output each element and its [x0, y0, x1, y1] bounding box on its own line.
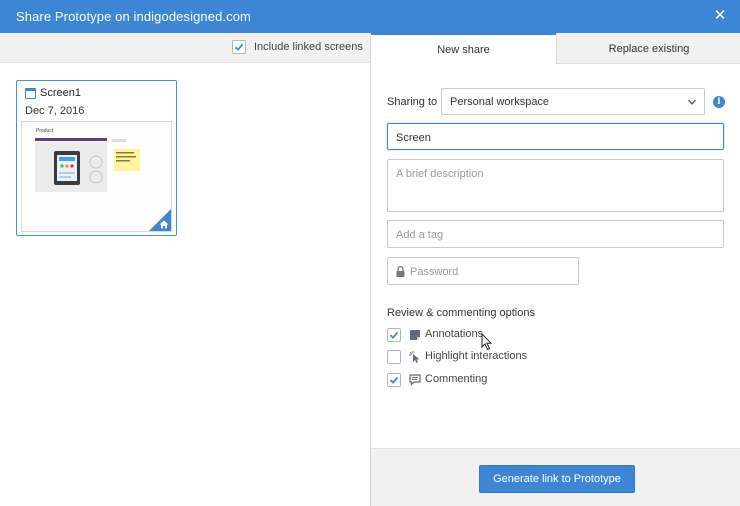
- cursor-click-icon: [409, 351, 420, 363]
- share-name-value: Screen: [396, 132, 431, 144]
- include-linked-checkbox[interactable]: [232, 40, 246, 54]
- highlight-interactions-checkbox[interactable]: [387, 350, 401, 364]
- sharing-to-label: Sharing to: [387, 96, 438, 108]
- close-icon[interactable]: ✕: [712, 7, 728, 25]
- dialog-title: Share Prototype on indigodesigned.com: [16, 9, 251, 24]
- footer-bar: Generate link to Prototype: [371, 448, 740, 506]
- password-placeholder: Password: [410, 266, 459, 278]
- share-tabs: New share Replace existing: [371, 33, 740, 64]
- sharing-to-select[interactable]: Personal workspace: [441, 88, 705, 115]
- include-linked-label[interactable]: Include linked screens: [254, 41, 363, 53]
- screens-pane: Include linked screens Screen1 Dec 7, 20…: [0, 33, 370, 506]
- option-annotations[interactable]: Annotations: [387, 327, 607, 343]
- description-placeholder: A brief description: [396, 168, 484, 180]
- comment-icon: [409, 374, 421, 386]
- screens-toolbar: Include linked screens: [0, 33, 370, 63]
- chevron-down-icon: [688, 99, 696, 105]
- checkmark-icon: [389, 376, 399, 384]
- mouse-pointer-icon: [481, 333, 493, 351]
- option-highlight-interactions[interactable]: Highlight interactions: [387, 349, 607, 365]
- lock-icon: [396, 266, 405, 277]
- generate-link-button[interactable]: Generate link to Prototype: [479, 465, 635, 493]
- sharing-to-value: Personal workspace: [450, 96, 550, 108]
- tab-replace-existing[interactable]: Replace existing: [556, 33, 740, 64]
- highlight-interactions-label: Highlight interactions: [425, 350, 528, 362]
- tab-new-share[interactable]: New share: [371, 33, 556, 64]
- home-icon: [159, 220, 169, 229]
- checkmark-icon: [389, 331, 399, 339]
- title-bar: Share Prototype on indigodesigned.com ✕: [0, 0, 740, 33]
- commenting-label: Commenting: [425, 373, 488, 385]
- document-icon: [25, 88, 36, 99]
- screen-name: Screen1: [40, 87, 81, 99]
- info-icon[interactable]: i: [713, 96, 725, 108]
- tag-input[interactable]: Add a tag: [387, 220, 724, 248]
- share-name-input[interactable]: Screen: [387, 123, 724, 150]
- password-input[interactable]: Password: [387, 257, 579, 285]
- share-pane: New share Replace existing Sharing to Pe…: [370, 33, 740, 506]
- option-commenting[interactable]: Commenting: [387, 372, 607, 388]
- screen-thumbnail: Product: [21, 121, 172, 232]
- description-textarea[interactable]: A brief description: [387, 159, 724, 212]
- checkmark-icon: [234, 43, 244, 51]
- screen-card[interactable]: Screen1 Dec 7, 2016 Product: [16, 80, 177, 236]
- annotations-label: Annotations: [425, 328, 484, 340]
- tag-placeholder: Add a tag: [396, 229, 444, 241]
- annotations-checkbox[interactable]: [387, 328, 401, 342]
- screen-date: Dec 7, 2016: [25, 105, 85, 117]
- annotation-icon: [410, 330, 420, 340]
- review-options-title: Review & commenting options: [387, 307, 535, 319]
- commenting-checkbox[interactable]: [387, 373, 401, 387]
